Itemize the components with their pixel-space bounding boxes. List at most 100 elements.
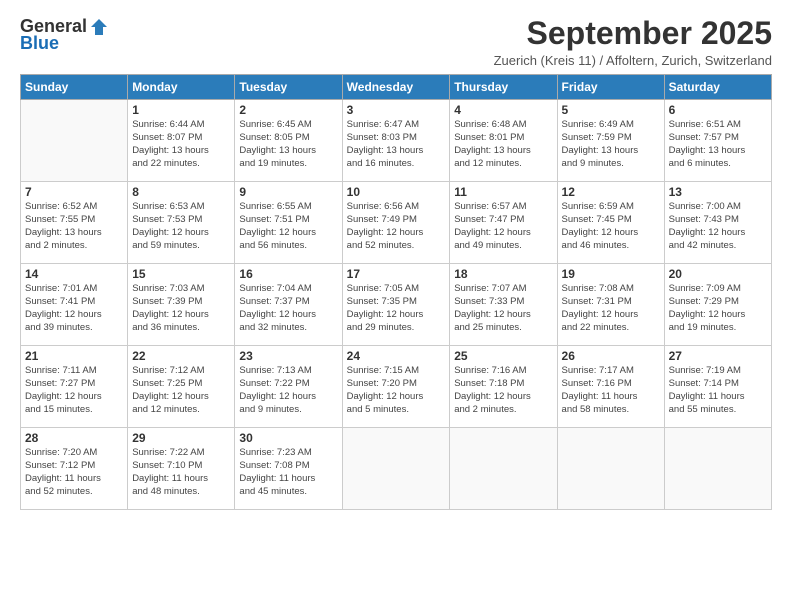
day-info: Sunrise: 7:23 AM Sunset: 7:08 PM Dayligh… <box>239 447 337 498</box>
table-row: 26Sunrise: 7:17 AM Sunset: 7:16 PM Dayli… <box>557 346 664 428</box>
table-row: 27 Sunrise: 7:19 AM Sunset: 7:14 PM Dayli… <box>664 346 771 428</box>
day-info: Sunrise: 6:55 AM Sunset: 7:51 PM Dayligh… <box>239 201 337 252</box>
day-number: 24 <box>347 349 446 363</box>
day-number: 22 <box>132 349 230 363</box>
table-row <box>664 428 771 510</box>
day-number: 6 <box>669 103 767 117</box>
day-info: Sunrise: 6:44 AM Sunset: 8:07 PM Dayligh… <box>132 119 230 170</box>
day-info: Sunrise: 6:57 AM Sunset: 7:47 PM Dayligh… <box>454 201 552 252</box>
calendar-week-row: 14 Sunrise: 7:01 AM Sunset: 7:41 PM Dayli… <box>21 264 772 346</box>
day-number: 11 <box>454 185 552 199</box>
day-number: 13 <box>669 185 767 199</box>
table-row: 10 Sunrise: 6:56 AM Sunset: 7:49 PM Dayli… <box>342 182 450 264</box>
day-number: 19 <box>562 267 660 281</box>
table-row: 24 Sunrise: 7:15 AM Sunset: 7:20 PM Dayli… <box>342 346 450 428</box>
logo-icon <box>89 17 109 37</box>
day-number: 3 <box>347 103 446 117</box>
table-row: 28 Sunrise: 7:20 AM Sunset: 7:12 PM Dayli… <box>21 428 128 510</box>
day-info: Sunrise: 7:17 AM Sunset: 7:16 PM Dayligh… <box>562 365 660 416</box>
day-number: 14 <box>25 267 123 281</box>
calendar-week-row: 1Sunrise: 6:44 AM Sunset: 8:07 PM Daylig… <box>21 100 772 182</box>
day-info: Sunrise: 6:51 AM Sunset: 7:57 PM Dayligh… <box>669 119 767 170</box>
title-block: September 2025 Zuerich (Kreis 11) / Affo… <box>494 16 772 68</box>
month-title: September 2025 <box>494 16 772 51</box>
day-info: Sunrise: 6:49 AM Sunset: 7:59 PM Dayligh… <box>562 119 660 170</box>
day-info: Sunrise: 6:59 AM Sunset: 7:45 PM Dayligh… <box>562 201 660 252</box>
day-info: Sunrise: 7:20 AM Sunset: 7:12 PM Dayligh… <box>25 447 123 498</box>
table-row: 25 Sunrise: 7:16 AM Sunset: 7:18 PM Dayli… <box>450 346 557 428</box>
day-info: Sunrise: 6:56 AM Sunset: 7:49 PM Dayligh… <box>347 201 446 252</box>
day-number: 15 <box>132 267 230 281</box>
col-thursday: Thursday <box>450 75 557 100</box>
table-row: 3 Sunrise: 6:47 AM Sunset: 8:03 PM Daylig… <box>342 100 450 182</box>
table-row: 23 Sunrise: 7:13 AM Sunset: 7:22 PM Dayli… <box>235 346 342 428</box>
table-row: 12 Sunrise: 6:59 AM Sunset: 7:45 PM Dayli… <box>557 182 664 264</box>
calendar-table: Sunday Monday Tuesday Wednesday Thursday… <box>20 74 772 510</box>
table-row <box>342 428 450 510</box>
day-number: 2 <box>239 103 337 117</box>
calendar-page: General Blue September 2025 Zuerich (Kre… <box>0 0 792 612</box>
day-number: 10 <box>347 185 446 199</box>
day-info: Sunrise: 7:12 AM Sunset: 7:25 PM Dayligh… <box>132 365 230 416</box>
table-row: 30 Sunrise: 7:23 AM Sunset: 7:08 PM Dayli… <box>235 428 342 510</box>
day-info: Sunrise: 6:52 AM Sunset: 7:55 PM Dayligh… <box>25 201 123 252</box>
table-row: 19 Sunrise: 7:08 AM Sunset: 7:31 PM Dayli… <box>557 264 664 346</box>
day-number: 21 <box>25 349 123 363</box>
day-number: 27 <box>669 349 767 363</box>
table-row: 18 Sunrise: 7:07 AM Sunset: 7:33 PM Dayli… <box>450 264 557 346</box>
location-subtitle: Zuerich (Kreis 11) / Affoltern, Zurich, … <box>494 53 772 68</box>
col-sunday: Sunday <box>21 75 128 100</box>
table-row: 15 Sunrise: 7:03 AM Sunset: 7:39 PM Dayli… <box>128 264 235 346</box>
day-number: 16 <box>239 267 337 281</box>
day-number: 8 <box>132 185 230 199</box>
table-row: 2Sunrise: 6:45 AM Sunset: 8:05 PM Daylig… <box>235 100 342 182</box>
calendar-header-row: Sunday Monday Tuesday Wednesday Thursday… <box>21 75 772 100</box>
day-info: Sunrise: 7:01 AM Sunset: 7:41 PM Dayligh… <box>25 283 123 334</box>
day-info: Sunrise: 7:19 AM Sunset: 7:14 PM Dayligh… <box>669 365 767 416</box>
table-row: 20 Sunrise: 7:09 AM Sunset: 7:29 PM Dayli… <box>664 264 771 346</box>
day-info: Sunrise: 7:16 AM Sunset: 7:18 PM Dayligh… <box>454 365 552 416</box>
day-info: Sunrise: 7:15 AM Sunset: 7:20 PM Dayligh… <box>347 365 446 416</box>
day-number: 30 <box>239 431 337 445</box>
page-header: General Blue September 2025 Zuerich (Kre… <box>20 16 772 68</box>
day-info: Sunrise: 6:48 AM Sunset: 8:01 PM Dayligh… <box>454 119 552 170</box>
day-info: Sunrise: 6:47 AM Sunset: 8:03 PM Dayligh… <box>347 119 446 170</box>
day-info: Sunrise: 7:07 AM Sunset: 7:33 PM Dayligh… <box>454 283 552 334</box>
day-number: 12 <box>562 185 660 199</box>
table-row <box>21 100 128 182</box>
table-row: 29Sunrise: 7:22 AM Sunset: 7:10 PM Dayli… <box>128 428 235 510</box>
day-info: Sunrise: 7:11 AM Sunset: 7:27 PM Dayligh… <box>25 365 123 416</box>
table-row: 11 Sunrise: 6:57 AM Sunset: 7:47 PM Dayli… <box>450 182 557 264</box>
col-saturday: Saturday <box>664 75 771 100</box>
calendar-week-row: 21 Sunrise: 7:11 AM Sunset: 7:27 PM Dayli… <box>21 346 772 428</box>
table-row <box>450 428 557 510</box>
day-number: 18 <box>454 267 552 281</box>
table-row: 13 Sunrise: 7:00 AM Sunset: 7:43 PM Dayli… <box>664 182 771 264</box>
table-row: 22 Sunrise: 7:12 AM Sunset: 7:25 PM Dayli… <box>128 346 235 428</box>
day-number: 23 <box>239 349 337 363</box>
day-info: Sunrise: 6:53 AM Sunset: 7:53 PM Dayligh… <box>132 201 230 252</box>
day-number: 28 <box>25 431 123 445</box>
day-info: Sunrise: 7:04 AM Sunset: 7:37 PM Dayligh… <box>239 283 337 334</box>
day-number: 20 <box>669 267 767 281</box>
table-row: 5Sunrise: 6:49 AM Sunset: 7:59 PM Daylig… <box>557 100 664 182</box>
table-row: 9 Sunrise: 6:55 AM Sunset: 7:51 PM Daylig… <box>235 182 342 264</box>
table-row: 6 Sunrise: 6:51 AM Sunset: 7:57 PM Daylig… <box>664 100 771 182</box>
table-row: 14 Sunrise: 7:01 AM Sunset: 7:41 PM Dayli… <box>21 264 128 346</box>
day-info: Sunrise: 7:03 AM Sunset: 7:39 PM Dayligh… <box>132 283 230 334</box>
calendar-week-row: 7Sunrise: 6:52 AM Sunset: 7:55 PM Daylig… <box>21 182 772 264</box>
day-number: 25 <box>454 349 552 363</box>
day-info: Sunrise: 7:00 AM Sunset: 7:43 PM Dayligh… <box>669 201 767 252</box>
table-row: 1Sunrise: 6:44 AM Sunset: 8:07 PM Daylig… <box>128 100 235 182</box>
day-info: Sunrise: 7:13 AM Sunset: 7:22 PM Dayligh… <box>239 365 337 416</box>
calendar-week-row: 28 Sunrise: 7:20 AM Sunset: 7:12 PM Dayli… <box>21 428 772 510</box>
logo: General Blue <box>20 16 109 54</box>
col-tuesday: Tuesday <box>235 75 342 100</box>
day-number: 9 <box>239 185 337 199</box>
day-number: 4 <box>454 103 552 117</box>
day-number: 29 <box>132 431 230 445</box>
day-info: Sunrise: 7:09 AM Sunset: 7:29 PM Dayligh… <box>669 283 767 334</box>
table-row: 21 Sunrise: 7:11 AM Sunset: 7:27 PM Dayli… <box>21 346 128 428</box>
day-info: Sunrise: 7:08 AM Sunset: 7:31 PM Dayligh… <box>562 283 660 334</box>
table-row: 8 Sunrise: 6:53 AM Sunset: 7:53 PM Daylig… <box>128 182 235 264</box>
